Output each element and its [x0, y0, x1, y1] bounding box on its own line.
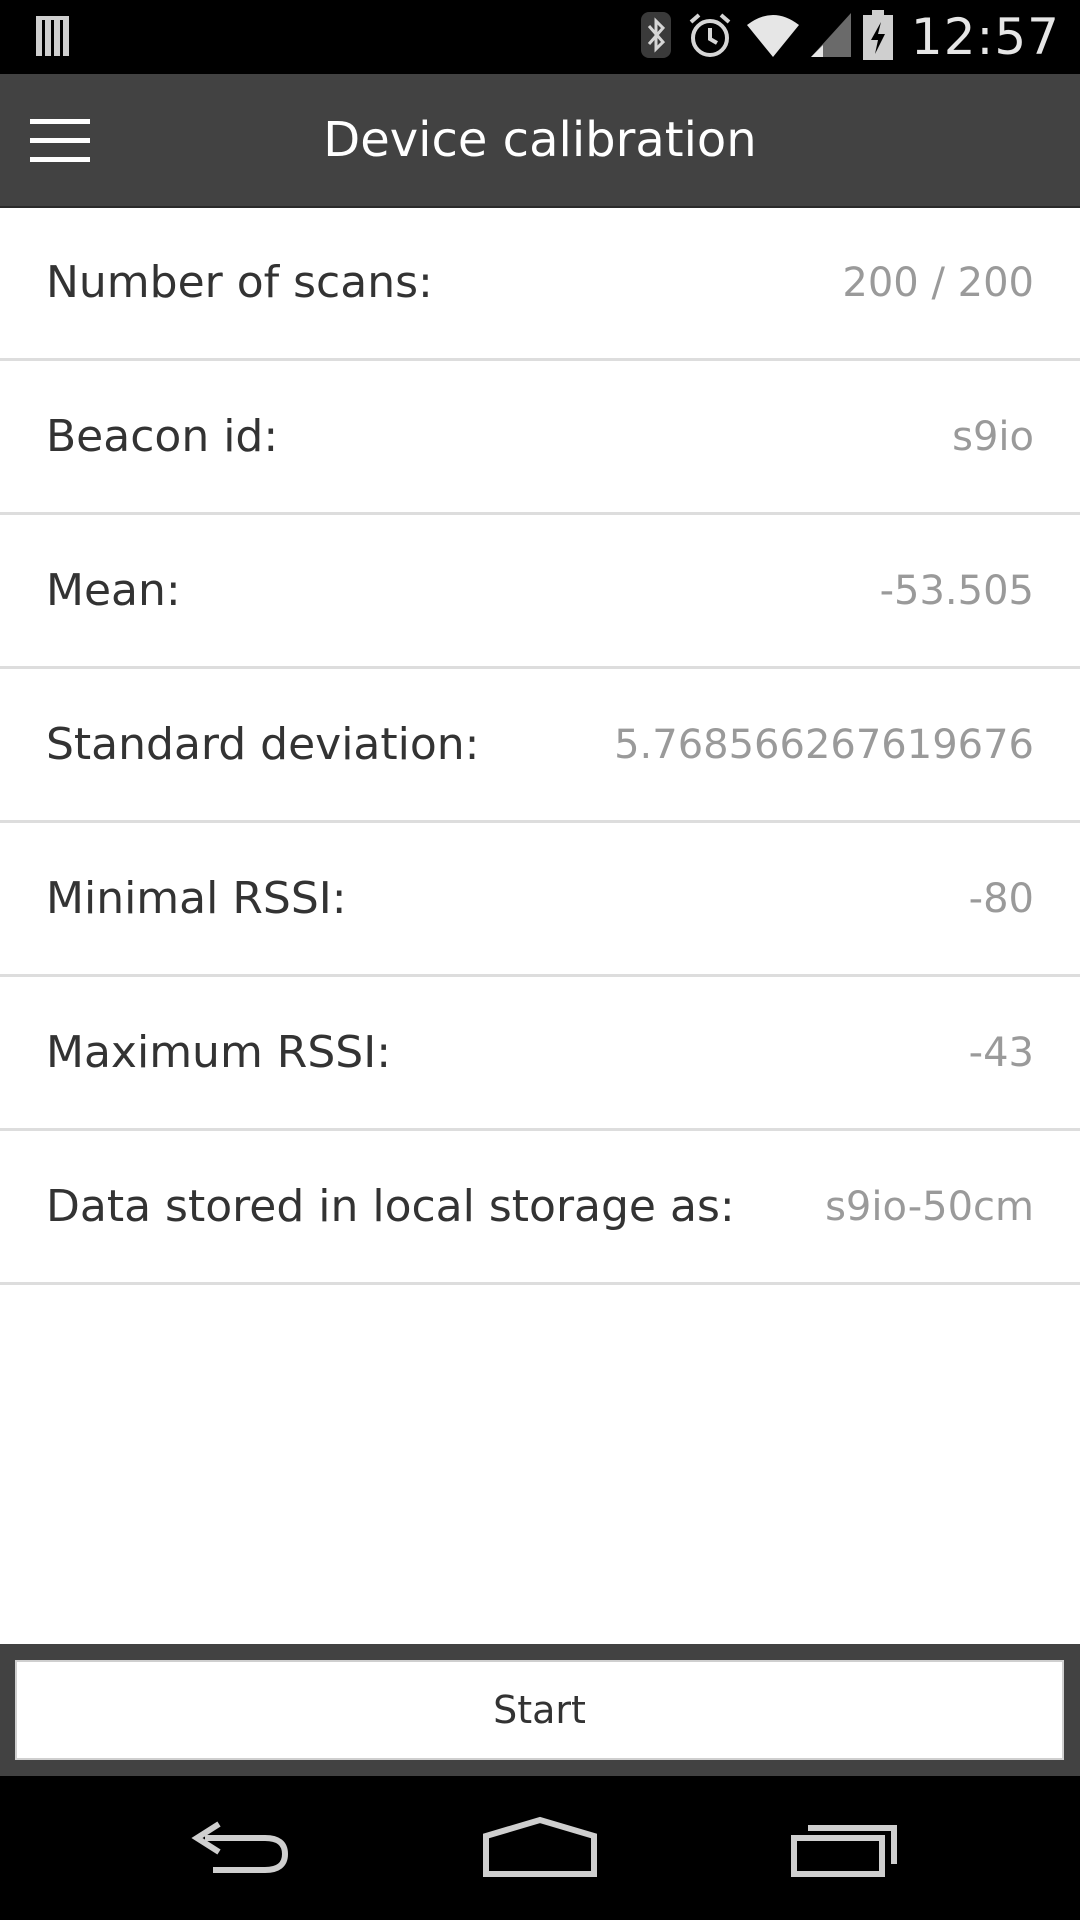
row-beacon-id: Beacon id: s9io [0, 361, 1080, 515]
row-storage-key: Data stored in local storage as: s9io-50… [0, 1131, 1080, 1285]
start-button[interactable]: Start [15, 1660, 1064, 1760]
screen: 12:57 Device calibration Number of scans… [0, 0, 1080, 1920]
row-label: Standard deviation: [46, 719, 480, 770]
row-value: 5.768566267619676 [614, 721, 1034, 768]
hamburger-menu-icon[interactable] [22, 108, 92, 172]
calibration-results-list: Number of scans: 200 / 200 Beacon id: s9… [0, 207, 1080, 1285]
signal-icon [810, 13, 851, 61]
row-label: Number of scans: [46, 257, 433, 308]
row-value: -80 [968, 875, 1034, 922]
system-nav-bar [0, 1776, 1080, 1920]
row-value: s9io [952, 413, 1034, 460]
row-label: Beacon id: [46, 411, 279, 462]
row-value: -53.505 [879, 567, 1034, 614]
status-bar: 12:57 [0, 0, 1080, 74]
row-minimal-rssi: Minimal RSSI: -80 [0, 823, 1080, 977]
status-icons: 12:57 [639, 0, 1060, 74]
alarm-icon [685, 10, 735, 64]
row-maximum-rssi: Maximum RSSI: -43 [0, 977, 1080, 1131]
row-label: Maximum RSSI: [46, 1027, 392, 1078]
bottom-action-bar: Start [0, 1644, 1080, 1776]
row-value: s9io-50cm [825, 1183, 1034, 1230]
row-value: -43 [968, 1029, 1034, 1076]
row-value: 200 / 200 [842, 259, 1034, 306]
row-label: Data stored in local storage as: [46, 1181, 735, 1232]
back-icon[interactable] [170, 1806, 310, 1890]
app-bar: Device calibration [0, 74, 1080, 208]
bluetooth-icon [639, 10, 673, 64]
clock: 12:57 [910, 8, 1060, 66]
row-number-of-scans: Number of scans: 200 / 200 [0, 207, 1080, 361]
notification-icon [36, 14, 72, 62]
battery-charging-icon [862, 10, 893, 64]
home-icon[interactable] [470, 1806, 610, 1890]
row-label: Minimal RSSI: [46, 873, 347, 924]
row-label: Mean: [46, 565, 181, 616]
row-mean: Mean: -53.505 [0, 515, 1080, 669]
wifi-icon [746, 13, 799, 61]
page-title: Device calibration [323, 112, 757, 168]
row-standard-deviation: Standard deviation: 5.768566267619676 [0, 669, 1080, 823]
recents-icon[interactable] [774, 1806, 914, 1890]
